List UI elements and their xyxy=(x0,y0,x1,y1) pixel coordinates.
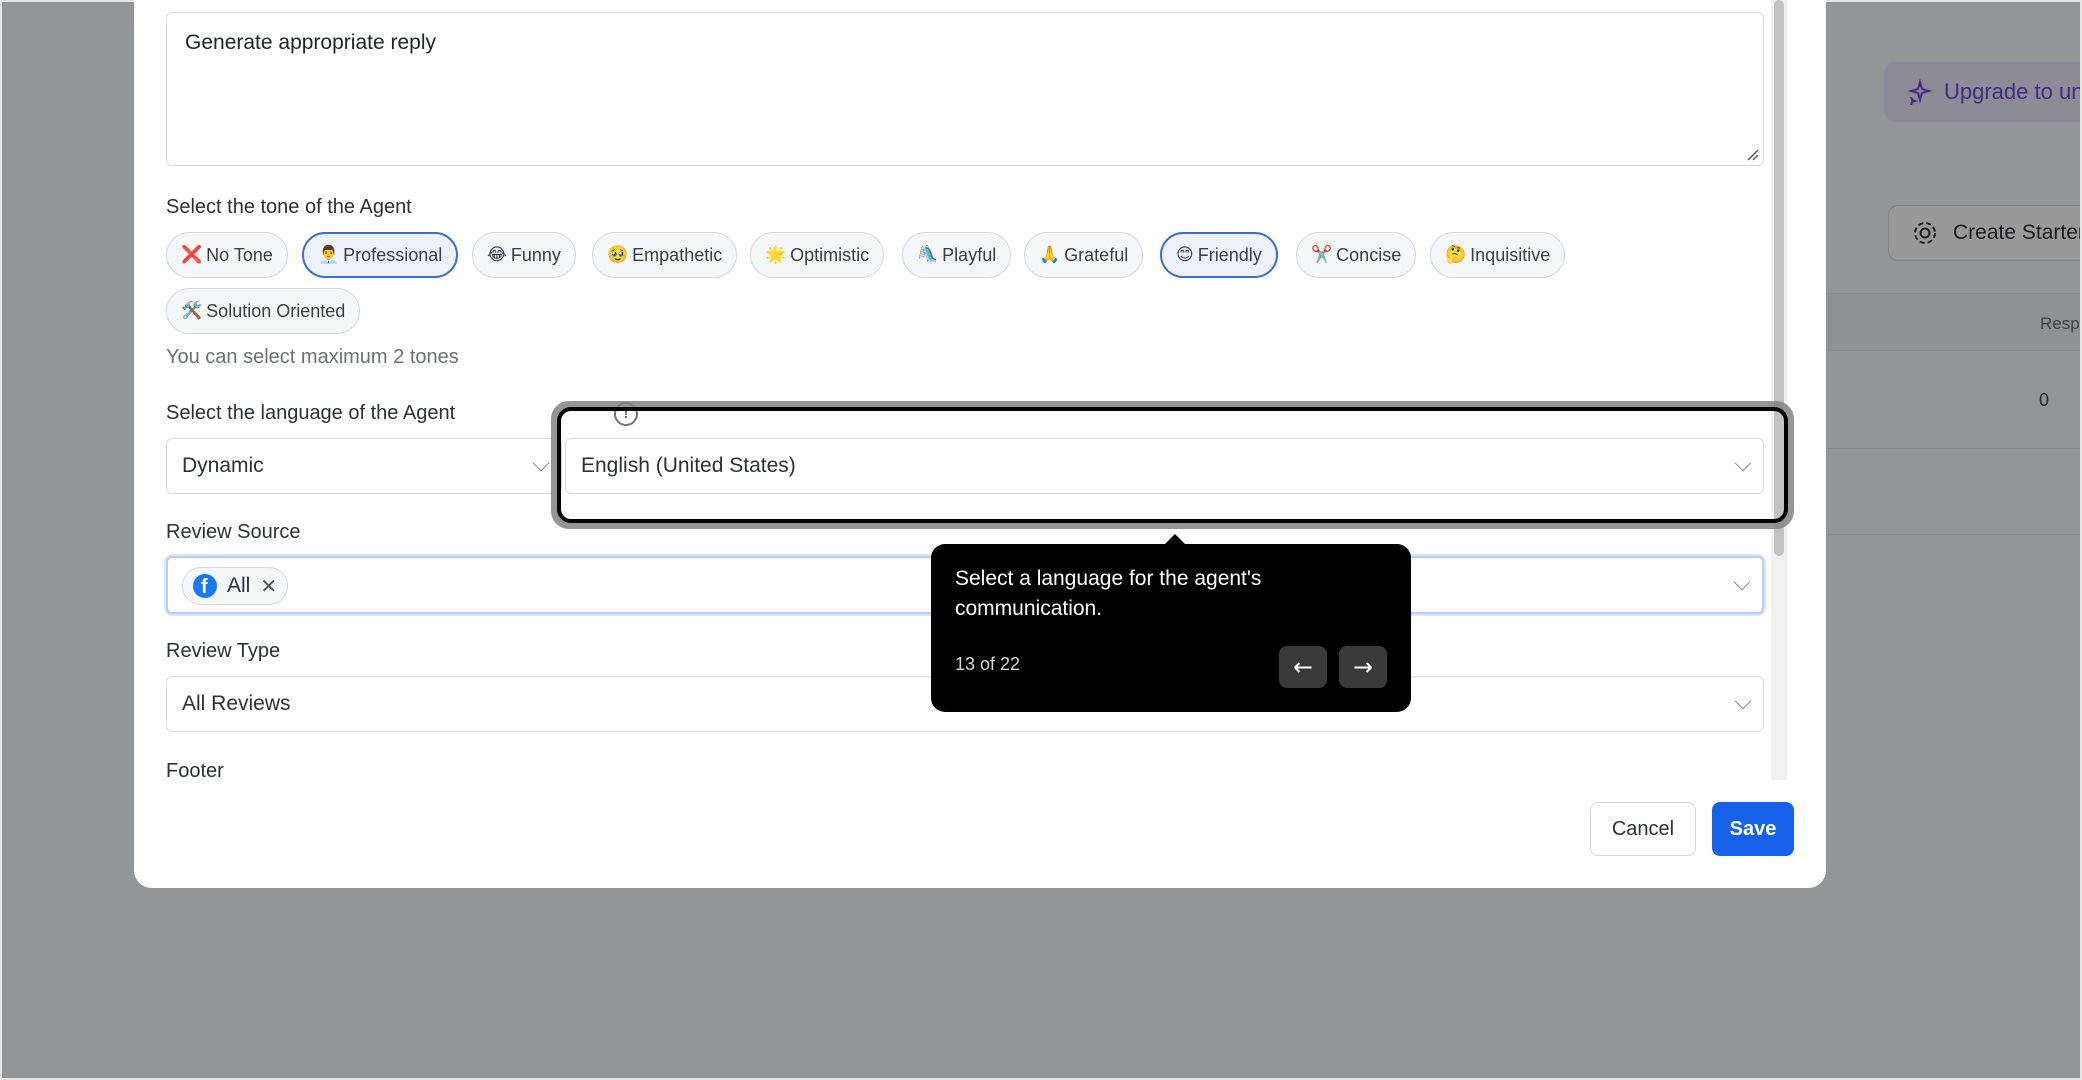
tour-tooltip: Select a language for the agent's commun… xyxy=(931,544,1411,712)
star-icon: 🌟 xyxy=(765,245,787,265)
previous-step-button[interactable]: ← xyxy=(1279,646,1327,688)
professional-icon: 👨‍💼 xyxy=(318,245,340,265)
empathetic-icon: 🥹 xyxy=(607,245,629,265)
language-mode-select[interactable]: Dynamic xyxy=(166,438,562,494)
review-type-value: All Reviews xyxy=(182,692,291,715)
tone-chip-label: Empathetic xyxy=(632,244,723,265)
language-mode-value: Dynamic xyxy=(182,454,264,477)
tone-chip-optimistic[interactable]: 🌟 Optimistic xyxy=(750,232,885,278)
tone-chip-label: Inquisitive xyxy=(1470,244,1551,265)
tone-chip-professional[interactable]: 👨‍💼 Professional xyxy=(302,232,459,278)
tone-chip-label: Funny xyxy=(510,244,561,265)
modal-footer xyxy=(134,780,1826,888)
chevron-down-icon xyxy=(1734,692,1752,710)
save-button[interactable]: Save xyxy=(1712,802,1794,856)
reply-textarea[interactable]: Generate appropriate reply xyxy=(166,12,1764,166)
tour-highlight-border xyxy=(557,407,1788,523)
tour-step-counter: 13 of 22 xyxy=(955,654,1021,674)
tone-chip-concise[interactable]: ✂️ Concise xyxy=(1296,232,1417,278)
scissors-icon: ✂️ xyxy=(1311,245,1333,265)
slide-icon: 🛝 xyxy=(917,245,939,265)
resize-handle-icon[interactable] xyxy=(1745,147,1759,161)
chevron-down-icon xyxy=(532,454,550,472)
cancel-button[interactable]: Cancel xyxy=(1590,802,1696,856)
laughing-icon: 😂 xyxy=(487,245,507,265)
review-type-label: Review Type xyxy=(166,640,281,662)
arrow-left-icon: ← xyxy=(1292,653,1314,681)
tour-tooltip-text: Select a language for the agent's commun… xyxy=(955,567,1262,620)
tone-chip-grateful[interactable]: 🙏 Grateful xyxy=(1024,232,1144,278)
tone-chip-playful[interactable]: 🛝 Playful xyxy=(902,232,1012,278)
reply-text: Generate appropriate reply xyxy=(185,31,436,54)
tone-chip-no-tone[interactable]: ❌ No Tone xyxy=(166,232,288,278)
tone-chip-label: Concise xyxy=(1336,244,1402,265)
review-source-tag: f All ✕ xyxy=(182,567,289,605)
remove-tag-icon[interactable]: ✕ xyxy=(260,574,277,598)
arrow-right-icon: → xyxy=(1352,653,1374,681)
tone-chip-empathetic[interactable]: 🥹 Empathetic xyxy=(592,232,738,278)
praying-hands-icon: 🙏 xyxy=(1039,245,1061,265)
tone-chip-label: Professional xyxy=(343,244,443,265)
tone-chip-label: Optimistic xyxy=(790,244,870,265)
tone-chip-label: Playful xyxy=(942,244,997,265)
tone-chip-label: Solution Oriented xyxy=(206,300,346,321)
tone-chip-label: Friendly xyxy=(1197,244,1262,265)
smile-icon: 😊 xyxy=(1176,245,1194,265)
tone-helper-text: You can select maximum 2 tones xyxy=(166,346,459,368)
tone-label: Select the tone of the Agent xyxy=(166,196,412,218)
tone-chip-friendly[interactable]: 😊 Friendly xyxy=(1160,232,1278,278)
tone-chip-inquisitive[interactable]: 🤔 Inquisitive xyxy=(1430,232,1566,278)
cross-icon: ❌ xyxy=(181,245,203,265)
thinking-icon: 🤔 xyxy=(1445,245,1467,265)
language-label: Select the language of the Agent xyxy=(166,402,456,424)
tone-chip-label: No Tone xyxy=(206,244,273,265)
chevron-down-icon xyxy=(1733,573,1751,591)
review-source-label: Review Source xyxy=(166,521,301,543)
next-step-button[interactable]: → xyxy=(1339,646,1387,688)
review-source-tag-label: All xyxy=(227,574,251,597)
footer-label: Footer xyxy=(166,760,224,780)
tools-icon: 🛠️ xyxy=(181,301,203,321)
facebook-icon: f xyxy=(193,574,217,598)
tone-chip-label: Grateful xyxy=(1064,244,1129,265)
tone-chip-solution-oriented[interactable]: 🛠️ Solution Oriented xyxy=(166,288,361,334)
tone-chip-funny[interactable]: 😂 Funny xyxy=(472,232,576,278)
